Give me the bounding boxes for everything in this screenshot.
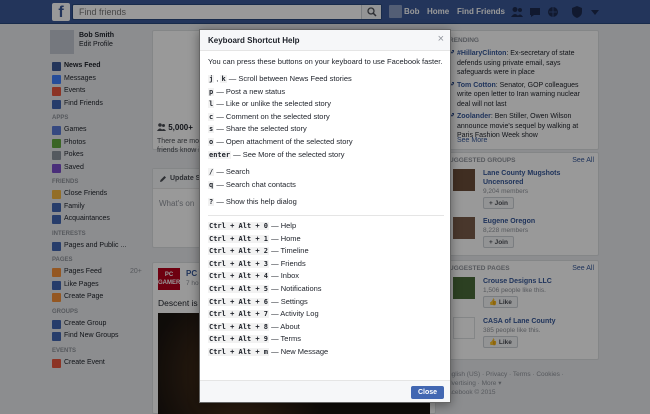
shortcut-row: Ctrl + Alt + 8 — About xyxy=(208,321,444,334)
shortcut-description: — Notifications xyxy=(271,283,322,293)
divider xyxy=(208,214,444,216)
shortcut-row: Ctrl + Alt + 0 — Help xyxy=(208,220,444,233)
close-button[interactable]: Close xyxy=(410,386,444,399)
shortcut-row: Ctrl + Alt + 6 — Settings xyxy=(208,296,444,309)
shortcut-key: q xyxy=(208,180,215,189)
shortcut-description: — Comment on the selected story xyxy=(216,111,330,121)
shortcut-row: enter — See More of the selected story xyxy=(208,149,444,162)
story-shortcuts: j , k — Scroll between News Feed stories… xyxy=(208,73,444,161)
shortcut-description: — Home xyxy=(271,233,301,243)
shortcut-key: Ctrl + Alt + 2 xyxy=(208,247,270,256)
shortcut-key: Ctrl + Alt + m xyxy=(208,347,270,356)
shortcut-row: Ctrl + Alt + 9 — Terms xyxy=(208,333,444,346)
dialog-body: You can press these buttons on your keyb… xyxy=(208,57,444,358)
shortcut-key: k xyxy=(220,75,227,83)
shortcut-row: Ctrl + Alt + 4 — Inbox xyxy=(208,270,444,283)
shortcut-row: Ctrl + Alt + 5 — Notifications xyxy=(208,283,444,296)
shortcut-key: Ctrl + Alt + 6 xyxy=(208,297,270,306)
shortcut-key: j xyxy=(208,75,215,83)
shortcut-row: j , k — Scroll between News Feed stories xyxy=(208,74,352,83)
shortcut-description: — Search xyxy=(216,167,250,177)
shortcut-row: c — Comment on the selected story xyxy=(208,111,444,124)
dialog-header: Keyboard Shortcut Help × xyxy=(200,30,450,51)
shortcut-description: — Activity Log xyxy=(271,309,319,319)
shortcut-key: o xyxy=(208,137,215,146)
shortcut-row: q — Search chat contacts xyxy=(208,179,444,192)
shortcut-description: — New Message xyxy=(271,346,329,356)
dialog-title: Keyboard Shortcut Help xyxy=(208,36,300,45)
shortcut-description: — Friends xyxy=(271,258,306,268)
shortcut-key: enter xyxy=(208,150,232,159)
shortcut-row: l — Like or unlike the selected story xyxy=(208,98,444,111)
shortcut-description: — Open attachment of the selected story xyxy=(216,136,353,146)
keyboard-shortcut-dialog: Keyboard Shortcut Help × You can press t… xyxy=(199,29,451,403)
dialog-intro: You can press these buttons on your keyb… xyxy=(208,57,443,66)
shortcut-description: — See More of the selected story xyxy=(233,149,345,159)
shortcut-description: — Terms xyxy=(271,334,301,344)
shortcut-key: Ctrl + Alt + 7 xyxy=(208,310,270,319)
shortcut-description: — Post a new status xyxy=(216,86,286,96)
shortcut-description: — Search chat contacts xyxy=(216,179,296,189)
shortcut-row: o — Open attachment of the selected stor… xyxy=(208,136,444,149)
shortcut-key: Ctrl + Alt + 0 xyxy=(208,221,270,230)
shortcut-description: — Timeline xyxy=(271,246,309,256)
shortcut-key: ? xyxy=(208,198,215,207)
shortcut-key: c xyxy=(208,112,215,121)
shortcut-key: / xyxy=(208,168,215,177)
shortcut-key: s xyxy=(208,125,215,134)
shortcut-row: s — Share the selected story xyxy=(208,123,444,136)
shortcut-key: Ctrl + Alt + 9 xyxy=(208,335,270,344)
shortcut-description: — About xyxy=(271,321,300,331)
dialog-footer: Close xyxy=(200,380,450,402)
shortcut-key: Ctrl + Alt + 8 xyxy=(208,322,270,331)
shortcut-key: Ctrl + Alt + 4 xyxy=(208,272,270,281)
shortcut-description: — Inbox xyxy=(271,271,300,281)
shortcut-key: p xyxy=(208,87,215,96)
shortcut-row: p — Post a new status xyxy=(208,86,444,99)
navigation-shortcuts: Ctrl + Alt + 0 — Help Ctrl + Alt + 1 — Ho… xyxy=(208,220,444,359)
shortcut-row: Ctrl + Alt + 2 — Timeline xyxy=(208,245,444,258)
shortcut-description: — Settings xyxy=(271,296,308,306)
shortcut-row: Ctrl + Alt + m — New Message xyxy=(208,346,444,359)
shortcut-row: Ctrl + Alt + 7 — Activity Log xyxy=(208,308,444,321)
shortcut-description: — Like or unlike the selected story xyxy=(216,99,331,109)
shortcut-key: Ctrl + Alt + 1 xyxy=(208,234,270,243)
shortcut-description: — Share the selected story xyxy=(216,124,307,134)
shortcut-description: — Scroll between News Feed stories xyxy=(228,74,352,83)
shortcut-key: Ctrl + Alt + 3 xyxy=(208,259,270,268)
shortcut-description: — Help xyxy=(271,220,297,230)
search-shortcuts: / — Search q — Search chat contacts xyxy=(208,166,444,191)
help-shortcut: ? — Show this help dialog xyxy=(208,196,444,209)
shortcut-row: / — Search xyxy=(208,166,444,179)
shortcut-description: — Show this help dialog xyxy=(216,197,297,207)
shortcut-key: l xyxy=(208,100,215,109)
close-icon[interactable]: × xyxy=(438,33,444,46)
shortcut-key: Ctrl + Alt + 5 xyxy=(208,284,270,293)
shortcut-row: Ctrl + Alt + 3 — Friends xyxy=(208,258,444,271)
shortcut-row: ? — Show this help dialog xyxy=(208,196,444,209)
shortcut-row: Ctrl + Alt + 1 — Home xyxy=(208,233,444,246)
